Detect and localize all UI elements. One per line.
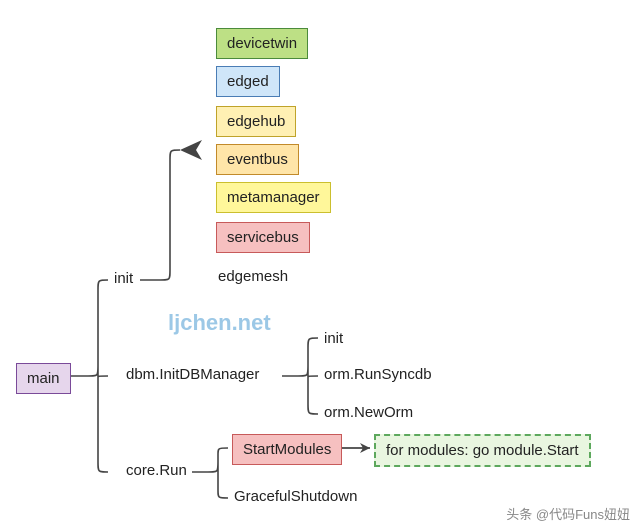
watermark: ljchen.net (168, 310, 271, 336)
module-edged: edged (216, 66, 280, 97)
flow-target: for modules: go module.Start (374, 434, 591, 467)
dbm-child-syncdb: orm.RunSyncdb (324, 366, 432, 383)
node-main: main (16, 363, 71, 394)
core-run-startmodules: StartModules (232, 434, 342, 465)
module-metamanager: metamanager (216, 182, 331, 213)
module-edgemesh: edgemesh (218, 268, 288, 285)
dbm-child-neworm: orm.NewOrm (324, 404, 413, 421)
branch-dbm: dbm.InitDBManager (126, 366, 259, 383)
module-edgehub: edgehub (216, 106, 296, 137)
module-servicebus: servicebus (216, 222, 310, 253)
attribution: 头条 @代码Funs妞妞 (506, 504, 630, 523)
branch-core-run: core.Run (126, 462, 187, 479)
dbm-child-init: init (324, 330, 343, 347)
module-devicetwin: devicetwin (216, 28, 308, 59)
branch-init: init (114, 270, 133, 287)
module-eventbus: eventbus (216, 144, 299, 175)
core-run-gracefulshutdown: GracefulShutdown (234, 488, 357, 505)
